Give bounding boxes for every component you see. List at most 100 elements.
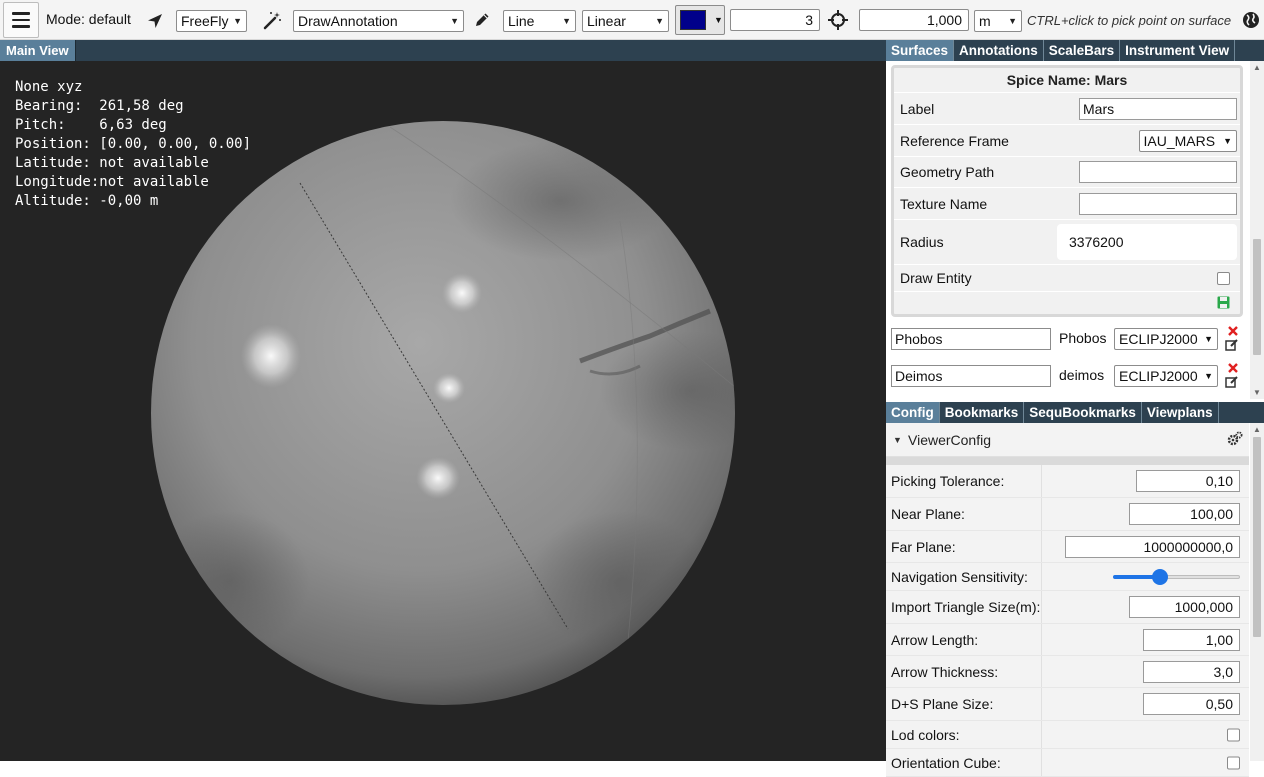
texture-name-label: Texture Name <box>900 195 988 212</box>
viewer-config-header[interactable]: ▼ ViewerConfig <box>886 423 1249 457</box>
lod-colors-checkbox[interactable] <box>1227 728 1240 741</box>
color-picker[interactable]: ▼ <box>675 5 725 35</box>
tab-sequbookmarks[interactable]: SequBookmarks <box>1024 402 1142 423</box>
top-tabbar: Surfaces Annotations ScaleBars Instrumen… <box>886 40 1264 61</box>
reference-frame-select[interactable]: IAU_MARS ▼ <box>1138 129 1237 152</box>
near-plane-input[interactable]: 100,00 <box>1129 503 1240 525</box>
body-name-input[interactable]: Deimos <box>891 365 1051 387</box>
tab-viewplans[interactable]: Viewplans <box>1142 402 1219 423</box>
scrollbar-thumb[interactable] <box>1253 437 1261 637</box>
tool-select[interactable]: DrawAnnotation ▼ <box>293 10 464 32</box>
tab-surfaces[interactable]: Surfaces <box>886 40 955 61</box>
tab-config[interactable]: Config <box>886 402 940 423</box>
plane-size-input[interactable]: 0,50 <box>1143 693 1240 715</box>
chevron-down-icon: ▼ <box>1008 16 1017 26</box>
arrow-length-row: Arrow Length: 1,00 <box>886 624 1249 656</box>
body-frame-select[interactable]: ECLIPJ2000 ▼ <box>1114 365 1218 387</box>
column-divider <box>1041 688 1042 720</box>
near-plane-row: Near Plane: 100,00 <box>886 498 1249 531</box>
save-icon[interactable] <box>1217 296 1230 312</box>
picking-tolerance-input[interactable]: 0,10 <box>1136 470 1240 492</box>
column-divider <box>1041 624 1042 655</box>
tab-instrument-view[interactable]: Instrument View <box>1120 40 1236 61</box>
unit-select[interactable]: m ▼ <box>974 10 1022 32</box>
menu-button[interactable] <box>3 2 39 38</box>
body-id: Phobos <box>1059 330 1107 346</box>
body-row-deimos: Deimos deimos ECLIPJ2000 ▼ <box>891 361 1243 391</box>
config-divider <box>886 457 1249 465</box>
import-triangle-size-input[interactable]: 1000,000 <box>1129 596 1240 618</box>
caret-down-icon: ▼ <box>893 435 902 445</box>
label-input[interactable]: Mars <box>1079 97 1237 120</box>
orientation-cube-label: Orientation Cube: <box>891 754 1001 771</box>
overlay-bearing: Bearing: 261,58 deg <box>15 98 184 114</box>
texture-name-input[interactable] <box>1079 192 1237 215</box>
config-scrollbar[interactable]: ▲ <box>1250 423 1264 761</box>
draw-entity-checkbox[interactable] <box>1217 272 1230 285</box>
tab-bookmarks[interactable]: Bookmarks <box>940 402 1025 423</box>
viewer-config-title: ViewerConfig <box>908 432 992 448</box>
tab-scalebars[interactable]: ScaleBars <box>1044 40 1121 61</box>
chevron-down-icon: ▼ <box>562 16 571 26</box>
picking-tolerance-row: Picking Tolerance: 0,10 <box>886 465 1249 498</box>
geometry-path-row: Geometry Path <box>894 157 1240 188</box>
draw-entity-row: Draw Entity <box>894 265 1240 292</box>
pick-hint: CTRL+click to pick point on surface <box>1027 13 1232 28</box>
scroll-up-icon[interactable]: ▲ <box>1250 63 1264 72</box>
body-name-input[interactable]: Phobos <box>891 328 1051 350</box>
navigation-sensitivity-slider[interactable] <box>1113 568 1240 585</box>
menu-icon-bar <box>12 18 30 22</box>
mode-label: Mode: default <box>46 11 131 27</box>
tabbar-filler <box>1235 40 1264 61</box>
thickness-input[interactable]: 3 <box>730 9 820 31</box>
overlay-altitude: Altitude: -0,00 m <box>15 193 159 209</box>
orientation-cube-checkbox[interactable] <box>1227 756 1240 769</box>
arrow-thickness-input[interactable]: 3,0 <box>1143 660 1240 683</box>
column-divider <box>1041 749 1042 776</box>
column-divider <box>1041 591 1042 623</box>
radius-row: Radius 3376200 <box>894 220 1240 265</box>
body-frame-select[interactable]: ECLIPJ2000 ▼ <box>1114 328 1218 350</box>
toolbar: Mode: default FreeFly ▼ DrawAnnotation ▼ L… <box>0 0 1264 40</box>
interpolation-value: Linear <box>587 13 626 29</box>
lod-colors-label: Lod colors: <box>891 726 960 743</box>
edit-icon[interactable] <box>1225 338 1239 355</box>
crosshair-icon[interactable] <box>828 10 848 30</box>
surfaces-scrollbar[interactable]: ▲ ▼ <box>1250 61 1264 399</box>
chevron-down-icon: ▼ <box>714 15 723 25</box>
column-divider <box>1041 531 1042 562</box>
label-row: Label Mars <box>894 93 1240 125</box>
tabbar-filler <box>1219 402 1264 423</box>
pencil-icon <box>473 11 491 29</box>
camera-mode-select[interactable]: FreeFly ▼ <box>176 10 247 32</box>
navigation-arrow-icon <box>146 12 164 30</box>
slider-track <box>1160 574 1240 579</box>
column-divider <box>1041 563 1042 590</box>
gears-icon[interactable] <box>1227 431 1243 450</box>
tab-main-view[interactable]: Main View <box>0 40 76 61</box>
geometry-path-input[interactable] <box>1079 161 1237 183</box>
radius-input[interactable]: 3376200 <box>1057 224 1237 260</box>
interpolation-select[interactable]: Linear ▼ <box>582 10 669 32</box>
globe-icon[interactable] <box>1242 11 1260 29</box>
import-triangle-size-label: Import Triangle Size(m): <box>891 599 1041 615</box>
3d-viewport[interactable]: None xyz Bearing: 261,58 deg Pitch: 6,63 d… <box>0 61 886 761</box>
scroll-up-icon[interactable]: ▲ <box>1250 425 1264 434</box>
column-divider <box>1041 721 1042 748</box>
edit-icon[interactable] <box>1225 375 1239 392</box>
distance-input[interactable]: 1,000 <box>859 9 969 31</box>
arrow-length-input[interactable]: 1,00 <box>1143 628 1240 651</box>
chevron-down-icon: ▼ <box>655 16 664 26</box>
scroll-down-icon[interactable]: ▼ <box>1250 388 1264 397</box>
spice-title: Spice Name: Mars <box>894 68 1240 93</box>
overlay-pitch: Pitch: 6,63 deg <box>15 117 167 133</box>
menu-icon-bar <box>12 25 30 28</box>
tab-annotations[interactable]: Annotations <box>954 40 1044 61</box>
far-plane-input[interactable]: 1000000000,0 <box>1065 535 1240 558</box>
chevron-down-icon: ▼ <box>233 16 242 26</box>
slider-knob[interactable] <box>1152 568 1168 585</box>
overlay-position: Position: [0.00, 0.00, 0.00] <box>15 136 252 152</box>
scrollbar-thumb[interactable] <box>1253 239 1261 355</box>
line-type-select[interactable]: Line ▼ <box>503 10 576 32</box>
color-swatch <box>680 10 706 30</box>
